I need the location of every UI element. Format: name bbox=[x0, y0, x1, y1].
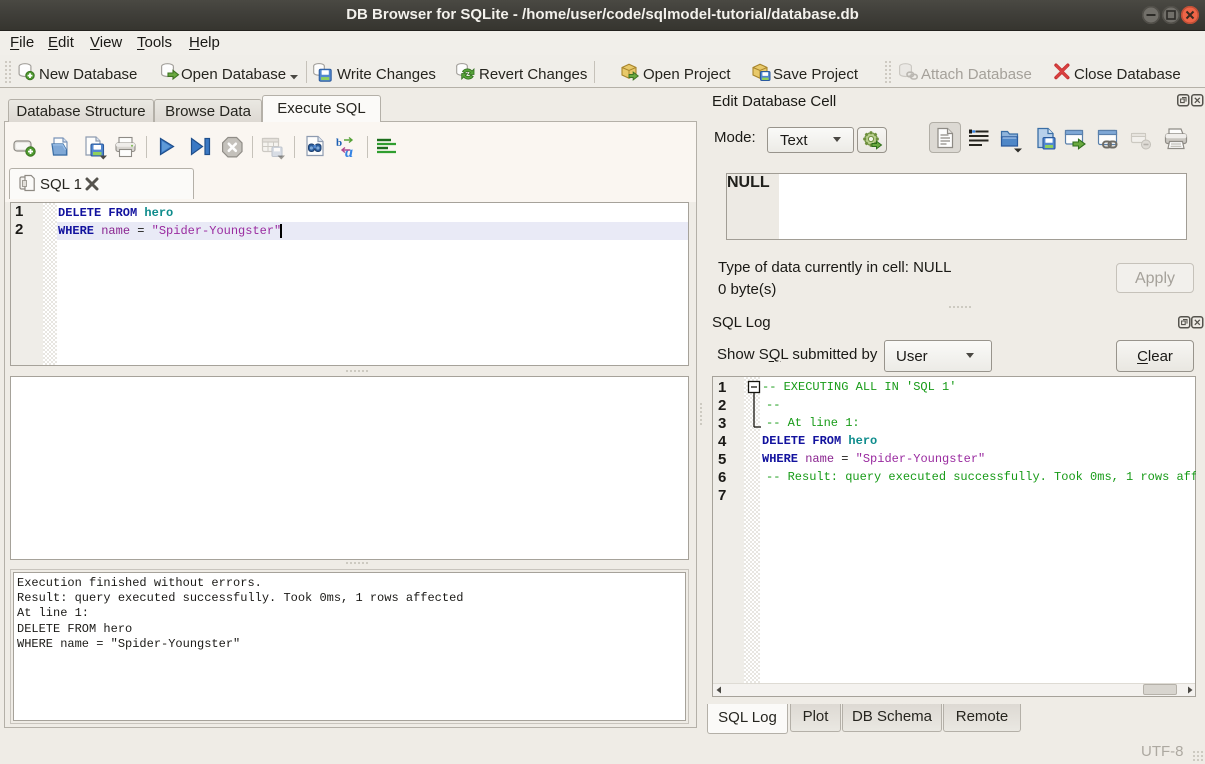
svg-text:b: b bbox=[336, 137, 342, 149]
svg-text:a: a bbox=[345, 144, 353, 159]
